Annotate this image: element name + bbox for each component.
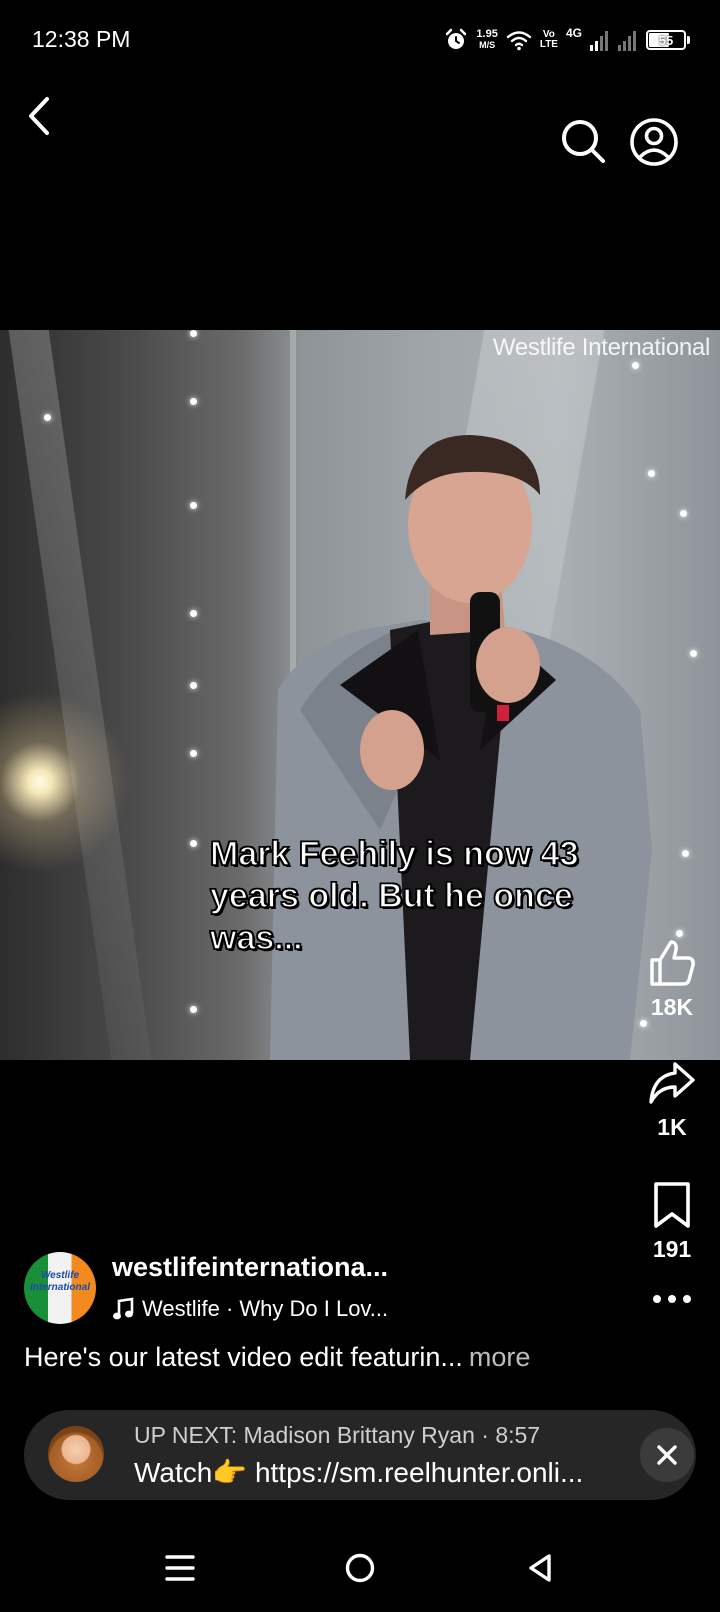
- share-count: 1K: [657, 1114, 687, 1140]
- channel-name[interactable]: westlifeinternationa...: [112, 1252, 388, 1283]
- home-button[interactable]: [330, 1538, 390, 1598]
- search-button[interactable]: [558, 116, 608, 166]
- bookmark-icon: [654, 1182, 690, 1228]
- more-options-button[interactable]: [624, 1292, 720, 1306]
- battery-level: 55: [658, 32, 674, 48]
- music-note-icon: [113, 1297, 134, 1320]
- shorts-player-screen: 12:38 PM 1.95 M/S Vo LTE 4G 55 Westlife …: [0, 0, 720, 1612]
- battery-tip: [687, 36, 690, 44]
- more-horizontal-icon: [653, 1295, 691, 1303]
- signal-icon: [590, 31, 608, 51]
- like-button[interactable]: 18K: [624, 938, 720, 1021]
- share-arrow-icon: [649, 1062, 695, 1104]
- system-navigation-bar: [0, 1520, 720, 1612]
- battery-icon: 55: [646, 30, 686, 50]
- up-next-subtitle: Watch👉 https://sm.reelhunter.onli...: [134, 1457, 584, 1488]
- triangle-back-icon: [529, 1554, 551, 1582]
- menu-lines-icon: [165, 1555, 195, 1581]
- status-bar: 12:38 PM 1.95 M/S Vo LTE 4G 55: [0, 0, 720, 80]
- alarm-icon: [446, 28, 467, 49]
- up-next-title: UP NEXT: Madison Brittany Ryan · 8:57: [134, 1422, 541, 1448]
- volte-bottom: LTE: [539, 39, 558, 50]
- wifi-icon: [506, 31, 532, 51]
- up-next-close-button[interactable]: [640, 1428, 694, 1482]
- video-caption: Mark Feehily is now 43 years old. But he…: [209, 834, 579, 958]
- account-button[interactable]: [628, 116, 680, 168]
- status-time: 12:38 PM: [32, 26, 131, 52]
- video-player[interactable]: Westlife International Mark Feehily is n…: [0, 330, 720, 1060]
- battery-indicator: 55: [646, 30, 690, 50]
- description-more-link[interactable]: more: [469, 1342, 531, 1372]
- net-speed: 1.95 M/S: [476, 29, 497, 51]
- description-text: Here's our latest video edit featurin...: [24, 1342, 463, 1372]
- up-next-card[interactable]: UP NEXT: Madison Brittany Ryan · 8:57 Wa…: [24, 1410, 696, 1500]
- signal-icon-sim2: [618, 31, 636, 51]
- recent-apps-button[interactable]: [150, 1538, 210, 1598]
- back-button[interactable]: [18, 94, 62, 138]
- chevron-left-icon: [29, 97, 49, 135]
- account-circle-icon: [630, 118, 678, 166]
- save-count: 191: [652, 1236, 692, 1262]
- net-speed-value: 1.95: [476, 28, 498, 40]
- video-watermark: Westlife International: [492, 334, 710, 361]
- network-type: 4G: [565, 26, 582, 40]
- channel-avatar-logo: Westlife International: [29, 1270, 90, 1293]
- up-next-avatar: [48, 1426, 104, 1482]
- like-count: 18K: [650, 994, 694, 1020]
- close-icon: [657, 1445, 677, 1465]
- status-icons: 1.95 M/S Vo LTE 4G 55: [444, 24, 690, 56]
- system-back-button[interactable]: [510, 1538, 570, 1598]
- video-description[interactable]: Here's our latest video edit featurin...…: [24, 1342, 530, 1373]
- music-title: Westlife · Why Do I Lov...: [142, 1296, 389, 1321]
- volte-indicator: Vo LTE: [540, 30, 558, 50]
- net-speed-unit: M/S: [479, 40, 496, 50]
- channel-avatar[interactable]: Westlife International: [24, 1252, 96, 1324]
- save-button[interactable]: 191: [624, 1180, 720, 1263]
- share-button[interactable]: 1K: [624, 1058, 720, 1141]
- thumbs-up-icon: [650, 940, 695, 986]
- search-icon: [562, 120, 605, 163]
- music-link[interactable]: Westlife · Why Do I Lov...: [112, 1296, 388, 1322]
- home-circle-icon: [345, 1553, 375, 1583]
